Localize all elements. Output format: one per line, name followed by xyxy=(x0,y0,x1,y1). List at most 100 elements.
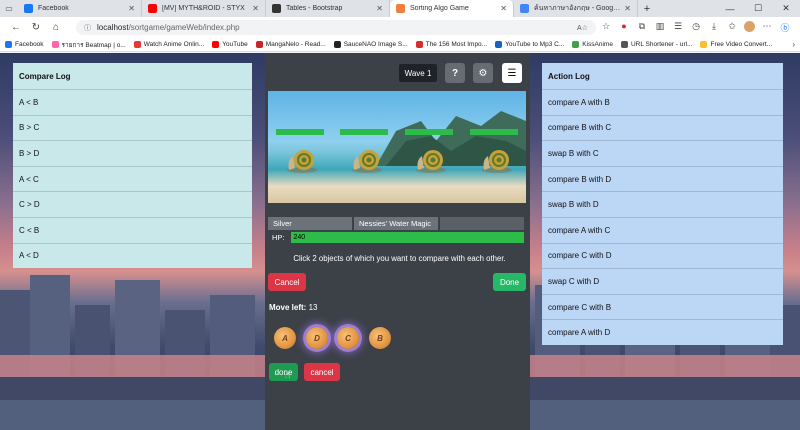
google-favicon-icon xyxy=(520,4,529,13)
bookmark-item[interactable]: KissAnime xyxy=(572,41,613,48)
tab-label: Facebook xyxy=(38,5,69,12)
bookmark-item[interactable]: Watch Anime Onlin... xyxy=(133,41,204,48)
enemy-hp-bar xyxy=(470,129,518,135)
collections-icon[interactable]: ☰ xyxy=(669,21,687,34)
tab-close-icon[interactable]: ✕ xyxy=(128,4,135,13)
bookmarks-overflow-icon[interactable]: › xyxy=(792,40,795,49)
site-info-icon[interactable]: ⓘ xyxy=(84,23,91,33)
bookmark-item[interactable]: URL Shortener - url... xyxy=(620,41,692,48)
tab-youtube[interactable]: [MV] MYTH&ROID - STYX ✕ xyxy=(142,0,266,17)
address-bar-row: ← ↻ ⌂ ⓘ localhost /sortgame/gameWeb/inde… xyxy=(0,17,800,38)
coin-d[interactable]: D xyxy=(306,327,328,349)
facebook-icon xyxy=(5,41,12,48)
tab-close-icon[interactable]: ✕ xyxy=(252,4,259,13)
tab-google-search[interactable]: ค้นหาภาษาอังกฤษ - Google Search ✕ xyxy=(514,0,638,17)
mp3-icon xyxy=(495,41,503,48)
tab-close-icon[interactable]: ✕ xyxy=(500,4,507,13)
tab-facebook[interactable]: Facebook ✕ xyxy=(18,0,142,17)
anime-icon xyxy=(133,41,141,48)
extension-icon[interactable]: ● xyxy=(615,21,633,34)
close-window-icon[interactable]: ✕ xyxy=(772,0,800,17)
compare-log-item: C > D xyxy=(13,191,252,217)
instruction-text: Click 2 objects of which you want to com… xyxy=(293,254,506,263)
kissanime-icon xyxy=(572,41,580,48)
url-shortener-icon xyxy=(620,41,628,48)
new-tab-icon[interactable]: + xyxy=(638,0,656,17)
hp-label: HP: xyxy=(272,233,285,242)
bookmark-item[interactable]: YouTube to Mp3 C... xyxy=(495,41,564,48)
moves-label: Move left: xyxy=(269,303,307,312)
history-icon[interactable]: ◷ xyxy=(687,21,705,34)
enemy-info-tabs: Silver Nessies' Water Magic xyxy=(268,217,524,230)
bookmark-item[interactable]: The 156 Most Impo... xyxy=(415,41,487,48)
enemy-hp-bar xyxy=(340,129,388,135)
bookmark-item[interactable]: Facebook xyxy=(5,41,44,48)
puzzle-extensions-icon[interactable]: ⧉ xyxy=(633,21,651,34)
enemy-hp-bar xyxy=(405,129,453,135)
bookmark-item[interactable]: MangaNelo - Read... xyxy=(255,41,326,48)
help-button[interactable]: ? xyxy=(445,63,465,83)
facebook-favicon-icon xyxy=(24,4,33,13)
action-log-item: compare C with D xyxy=(542,242,783,269)
more-menu-icon[interactable]: ⋯ xyxy=(758,21,776,34)
profile-avatar[interactable] xyxy=(744,21,755,32)
bookmark-item[interactable]: Free Video Convert... xyxy=(700,41,772,48)
tab-label: Sorting Algo Game xyxy=(410,5,469,12)
tab-sorting-algo-game[interactable]: Sorting Algo Game ✕ xyxy=(390,0,514,17)
bookmarks-bar: Facebook รายการ Beatmap | o... Watch Ani… xyxy=(0,38,800,52)
coin-b[interactable]: B xyxy=(369,327,391,349)
back-icon[interactable]: ← xyxy=(6,22,26,33)
action-log-item: swap B with D xyxy=(542,191,783,217)
done-button[interactable]: Done xyxy=(493,273,526,291)
bookmark-item[interactable]: รายการ Beatmap | o... xyxy=(51,40,126,50)
wave-indicator: Wave 1 xyxy=(399,64,437,82)
hamburger-menu-icon[interactable]: ☰ xyxy=(502,63,522,83)
downloads-icon[interactable]: ⤓ xyxy=(705,21,723,34)
moves-value: 13 xyxy=(308,303,318,312)
confirm-cancel-button[interactable]: cancel xyxy=(304,363,340,381)
hp-row: HP: 240 xyxy=(272,231,524,244)
tab-bootstrap[interactable]: Tables - Bootstrap ✕ xyxy=(266,0,390,17)
compare-log-item: A < B xyxy=(13,89,252,115)
video-converter-icon xyxy=(700,41,708,48)
snail-enemy-c[interactable] xyxy=(414,146,448,174)
minimize-icon[interactable]: — xyxy=(716,0,744,17)
snail-enemy-a[interactable] xyxy=(285,146,319,174)
read-aloud-icon[interactable]: A☆ xyxy=(577,24,588,32)
home-icon[interactable]: ⌂ xyxy=(46,22,66,33)
gear-icon[interactable]: ⚙ xyxy=(473,63,493,83)
browser-tab-bar: ▭ Facebook ✕ [MV] MYTH&ROID - STYX ✕ Tab… xyxy=(0,0,800,17)
tab-close-icon[interactable]: ✕ xyxy=(376,4,383,13)
tab-actions-icon[interactable]: ▭ xyxy=(0,0,18,17)
coin-c[interactable]: C xyxy=(337,327,359,349)
action-log-item: compare B with C xyxy=(542,114,783,141)
snail-enemy-b[interactable] xyxy=(350,146,384,174)
refresh-icon[interactable]: ↻ xyxy=(26,22,46,33)
snail-enemy-d[interactable] xyxy=(480,146,514,174)
moves-left: Move left: 13 xyxy=(269,303,317,312)
tab-label: ค้นหาภาษาอังกฤษ - Google Search xyxy=(534,5,620,12)
action-log-panel: Action Log compare A with B compare B wi… xyxy=(542,63,783,345)
bookmark-item[interactable]: SauceNAO Image S... xyxy=(333,41,408,48)
coin-a[interactable]: A xyxy=(274,327,296,349)
hp-bar: 240 xyxy=(290,232,524,243)
youtube-icon xyxy=(212,41,220,48)
url-path: /sortgame/gameWeb/index.php xyxy=(128,23,240,32)
maximize-icon[interactable]: ☐ xyxy=(744,0,772,17)
tab-close-icon[interactable]: ✕ xyxy=(624,4,631,13)
game-favicon-icon xyxy=(396,4,405,13)
split-screen-icon[interactable]: ▥ xyxy=(651,21,669,34)
bing-icon[interactable]: ⓑ xyxy=(776,21,794,34)
cancel-button[interactable]: Cancel xyxy=(268,273,306,291)
favorites-star-icon[interactable]: ☆ xyxy=(597,21,615,34)
osu-icon xyxy=(51,41,59,48)
action-log-item: compare A with B xyxy=(542,89,783,115)
action-log-item: compare B with D xyxy=(542,165,783,192)
bookmark-item[interactable]: YouTube xyxy=(212,41,248,48)
url-input[interactable]: ⓘ localhost /sortgame/gameWeb/index.php … xyxy=(76,20,596,35)
confirm-done-button[interactable]: done xyxy=(269,363,298,381)
game-toolbar: Wave 1 ? ⚙ ☰ xyxy=(265,63,530,83)
favorites-bar-icon[interactable]: ✩ xyxy=(723,21,741,34)
compare-log-panel: Compare Log A < B B > C B > D A < C C > … xyxy=(13,63,252,269)
enemy-hp-bar xyxy=(276,129,324,135)
